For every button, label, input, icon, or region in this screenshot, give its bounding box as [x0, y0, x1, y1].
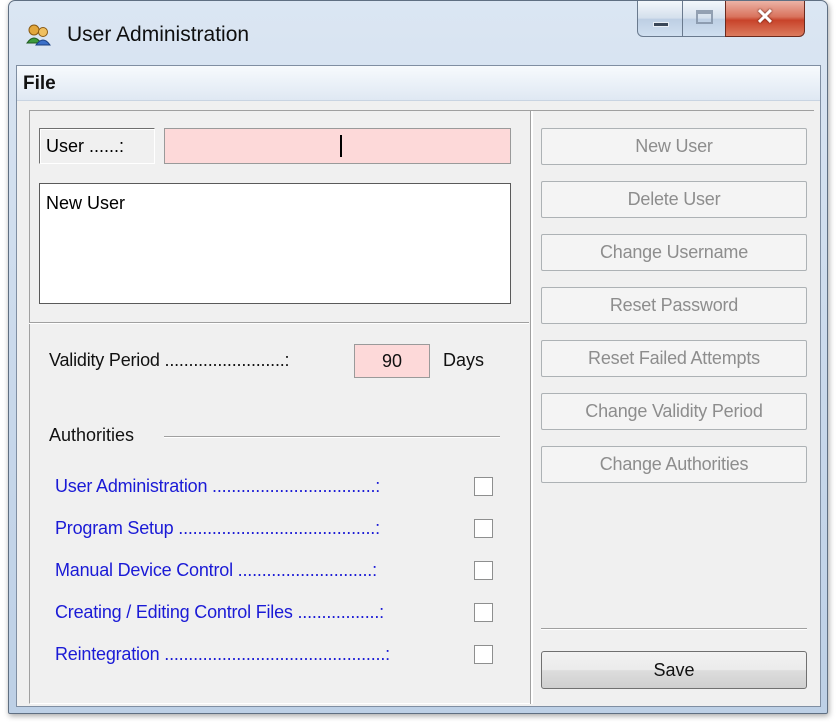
- text-caret: [340, 135, 342, 157]
- authority-label-user-administration: User Administration ....................…: [55, 476, 381, 496]
- user-input[interactable]: [164, 128, 511, 164]
- user-administration-window: User Administration ✕ File User ......: …: [8, 0, 828, 714]
- reset-password-button[interactable]: Reset Password: [541, 287, 807, 324]
- user-list[interactable]: New User: [39, 183, 511, 304]
- authority-checkbox-user-administration[interactable]: [474, 477, 493, 496]
- maximize-icon: [696, 10, 713, 24]
- minimize-icon: [653, 22, 669, 27]
- authorities-group-line: [164, 436, 500, 438]
- validity-period-input[interactable]: 90: [354, 344, 430, 378]
- section-divider: [29, 322, 529, 324]
- minimize-button[interactable]: [637, 1, 683, 37]
- title-bar[interactable]: User Administration ✕: [9, 1, 827, 65]
- authority-checkbox-reintegration[interactable]: [474, 645, 493, 664]
- change-username-button[interactable]: Change Username: [541, 234, 807, 271]
- authority-label-control-files: Creating / Editing Control Files .......…: [55, 602, 384, 622]
- validity-period-label: Validity Period ........................…: [49, 350, 290, 370]
- user-list-item[interactable]: New User: [46, 193, 125, 214]
- days-unit-label: Days: [443, 350, 485, 370]
- client-area: File User ......: New User Validity Peri…: [16, 65, 821, 707]
- maximize-button[interactable]: [682, 1, 726, 37]
- authority-label-program-setup: Program Setup ..........................…: [55, 518, 380, 538]
- authorities-heading: Authorities: [49, 425, 135, 445]
- change-authorities-button[interactable]: Change Authorities: [541, 446, 807, 483]
- save-divider: [541, 628, 807, 630]
- new-user-button[interactable]: New User: [541, 128, 807, 165]
- authority-checkbox-program-setup[interactable]: [474, 519, 493, 538]
- authority-label-reintegration: Reintegration ..........................…: [55, 644, 390, 664]
- close-button[interactable]: ✕: [725, 1, 805, 37]
- menu-file[interactable]: File: [23, 73, 56, 95]
- menu-bar: File: [17, 66, 820, 101]
- user-label: User ......:: [39, 128, 155, 164]
- authority-label-manual-device-control: Manual Device Control ..................…: [55, 560, 377, 580]
- users-icon: [26, 24, 51, 46]
- change-validity-period-button[interactable]: Change Validity Period: [541, 393, 807, 430]
- save-button[interactable]: Save: [541, 651, 807, 689]
- authority-checkbox-control-files[interactable]: [474, 603, 493, 622]
- reset-failed-attempts-button[interactable]: Reset Failed Attempts: [541, 340, 807, 377]
- close-icon: ✕: [755, 4, 775, 29]
- authority-checkbox-manual-device-control[interactable]: [474, 561, 493, 580]
- delete-user-button[interactable]: Delete User: [541, 181, 807, 218]
- window-title: User Administration: [67, 23, 250, 46]
